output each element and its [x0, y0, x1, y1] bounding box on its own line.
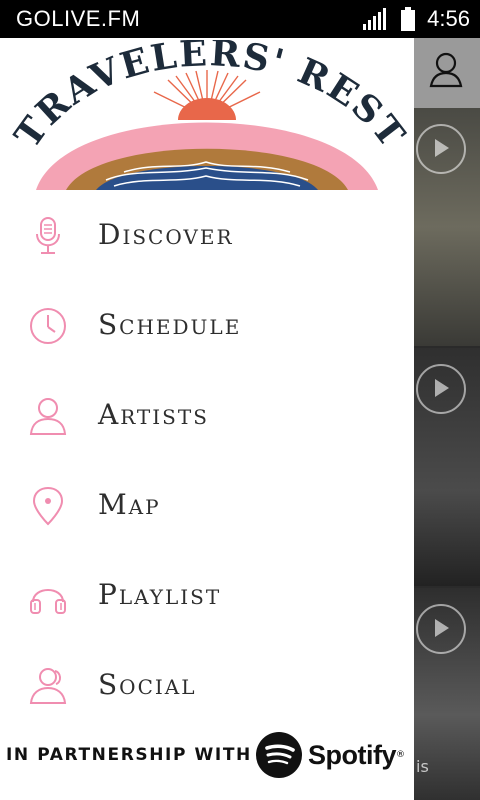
- menu-item-artists[interactable]: Artists: [0, 370, 414, 460]
- status-bar: GOLIVE.FM 4:56: [0, 0, 480, 38]
- play-icon[interactable]: [416, 604, 466, 654]
- travelers-rest-logo: TRAVELERS' REST: [7, 40, 408, 190]
- battery-icon: [401, 7, 416, 31]
- spotify-wordmark: Spotify: [308, 739, 397, 770]
- registered-mark: ®: [396, 750, 405, 760]
- spotify-logo: Spotify ®: [256, 732, 405, 778]
- background-caption: is: [416, 757, 429, 776]
- profile-icon[interactable]: [429, 52, 463, 88]
- play-icon[interactable]: [416, 124, 466, 174]
- status-app-name: GOLIVE.FM: [16, 6, 141, 31]
- navigation-drawer: TRAVELERS' REST Discover Schedule: [0, 38, 414, 800]
- background-card-3[interactable]: is: [414, 588, 480, 800]
- menu-label-social: Social: [98, 668, 197, 701]
- drawer-menu: Discover Schedule Artists Map Playlist S…: [0, 190, 414, 730]
- map-pin-icon: [32, 486, 64, 526]
- background-card-1[interactable]: [414, 108, 480, 346]
- spotify-icon: [256, 732, 302, 778]
- background-card-2[interactable]: [414, 348, 480, 586]
- menu-label-map: Map: [98, 488, 161, 521]
- person-icon: [29, 398, 67, 435]
- menu-item-discover[interactable]: Discover: [0, 190, 414, 280]
- background-content: is: [414, 38, 480, 800]
- menu-item-map[interactable]: Map: [0, 460, 414, 550]
- microphone-icon: [36, 217, 60, 254]
- signal-icon: [363, 8, 387, 30]
- menu-label-schedule: Schedule: [98, 308, 242, 341]
- menu-label-playlist: Playlist: [98, 578, 222, 611]
- menu-item-playlist[interactable]: Playlist: [0, 550, 414, 640]
- menu-label-discover: Discover: [98, 218, 234, 251]
- menu-item-schedule[interactable]: Schedule: [0, 280, 414, 370]
- menu-label-artists: Artists: [98, 398, 209, 431]
- background-toolbar: [414, 38, 480, 108]
- people-icon: [29, 668, 67, 704]
- headphones-icon: [30, 589, 66, 614]
- play-icon[interactable]: [416, 364, 466, 414]
- status-time: 4:56: [427, 6, 470, 31]
- partnership-banner: IN PARTNERSHIP WITH Spotify ®: [0, 730, 414, 782]
- clock-icon: [30, 308, 66, 344]
- partnership-text: IN PARTNERSHIP WITH: [6, 745, 252, 765]
- menu-item-social[interactable]: Social: [0, 640, 414, 730]
